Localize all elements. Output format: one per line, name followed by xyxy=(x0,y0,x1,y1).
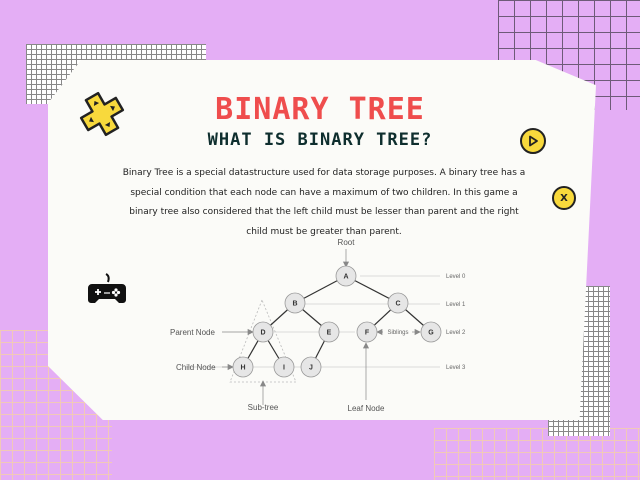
root-label: Root xyxy=(338,238,356,247)
parent-node-label: Parent Node xyxy=(170,328,215,337)
tree-node-a: A xyxy=(335,265,357,287)
tree-node-h: H xyxy=(232,356,254,378)
svg-text:I: I xyxy=(283,365,285,372)
tree-node-b: B xyxy=(284,292,306,314)
svg-text:C: C xyxy=(395,301,400,308)
tree-node-j: J xyxy=(300,356,322,378)
svg-text:J: J xyxy=(309,365,313,372)
svg-text:E: E xyxy=(327,330,332,337)
tree-node-i: I xyxy=(273,356,295,378)
level-2-label: Level 2 xyxy=(446,330,466,336)
svg-text:F: F xyxy=(365,330,370,337)
level-0-label: Level 0 xyxy=(446,274,466,280)
svg-text:D: D xyxy=(260,330,265,337)
tree-node-f: F xyxy=(356,321,378,343)
subtree-label: Sub-tree xyxy=(248,403,279,412)
tree-node-c: C xyxy=(387,292,409,314)
svg-text:A: A xyxy=(343,274,348,281)
child-node-label: Child Node xyxy=(176,363,216,372)
siblings-label: Siblings xyxy=(387,330,408,336)
level-1-label: Level 1 xyxy=(446,302,466,308)
svg-text:H: H xyxy=(240,365,245,372)
leaf-node-label: Leaf Node xyxy=(348,404,385,413)
level-3-label: Level 3 xyxy=(446,365,466,371)
svg-text:G: G xyxy=(428,330,434,337)
binary-tree-diagram: A B C D E F G H I J Root Parent Node Chi… xyxy=(170,238,466,413)
tree-node-d: D xyxy=(252,321,274,343)
tree-node-e: E xyxy=(318,321,340,343)
svg-text:B: B xyxy=(292,301,297,308)
tree-node-g: G xyxy=(420,321,442,343)
